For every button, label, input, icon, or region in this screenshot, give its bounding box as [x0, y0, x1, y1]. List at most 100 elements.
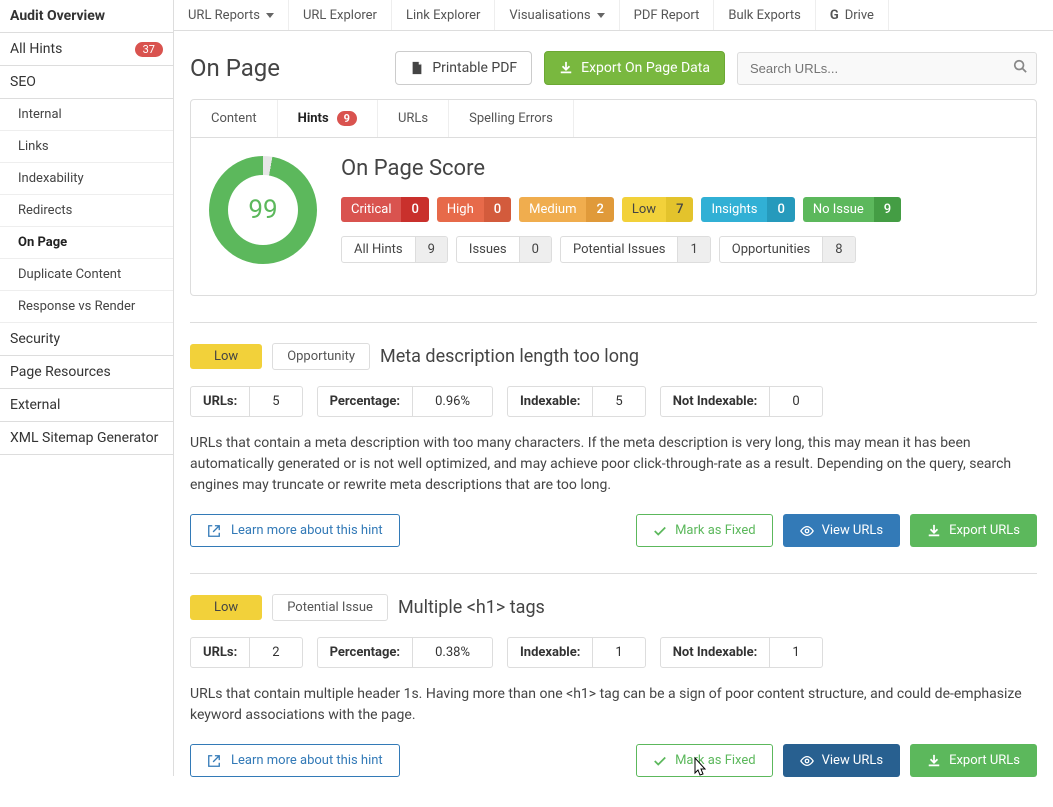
label: Medium — [519, 197, 586, 222]
sidebar-audit-overview[interactable]: Audit Overview — [0, 0, 173, 33]
topnav-visualisations[interactable]: Visualisations — [495, 0, 619, 30]
sidebar-item-duplicate-content[interactable]: Duplicate Content — [0, 259, 173, 291]
printable-pdf-button[interactable]: Printable PDF — [395, 51, 532, 85]
learn-more-button[interactable]: Learn more about this hint — [190, 744, 400, 777]
count: 0 — [401, 197, 428, 222]
score-card: 99 On Page Score Critical0High0Medium2Lo… — [190, 138, 1037, 296]
mark-as-fixed-button[interactable]: Mark as Fixed — [636, 514, 773, 547]
severity-critical[interactable]: Critical0 — [341, 197, 429, 222]
label: Audit Overview — [10, 8, 105, 24]
group-opportunities[interactable]: Opportunities8 — [719, 236, 856, 263]
label: No Issue — [803, 197, 874, 222]
sidebar-page-resources[interactable]: Page Resources — [0, 356, 173, 389]
check-icon — [653, 524, 667, 538]
group-row: All Hints9 Issues0 Potential Issues1 Opport… — [341, 236, 1018, 263]
sidebar-item-internal[interactable]: Internal — [0, 99, 173, 131]
tab-spelling-errors[interactable]: Spelling Errors — [449, 100, 574, 137]
count: 2 — [586, 197, 613, 222]
sidebar-item-redirects[interactable]: Redirects — [0, 195, 173, 227]
label: URLs — [398, 111, 428, 126]
label: XML Sitemap Generator — [10, 430, 158, 446]
count: 8 — [822, 237, 854, 262]
score-donut: 99 — [209, 156, 317, 264]
sidebar-xml-sitemap[interactable]: XML Sitemap Generator — [0, 422, 173, 455]
export-urls-button[interactable]: Export URLs — [910, 744, 1037, 777]
sidebar-security[interactable]: Security — [0, 323, 173, 356]
sidebar-item-on-page[interactable]: On Page — [0, 227, 173, 259]
hint-card: Low Opportunity Meta description length to… — [190, 322, 1037, 547]
label: Opportunities — [720, 237, 822, 262]
sidebar-item-indexability[interactable]: Indexability — [0, 163, 173, 195]
tab-urls[interactable]: URLs — [378, 100, 449, 137]
search-input[interactable] — [737, 52, 1037, 85]
stat-row: URLs:5Percentage:0.96%Indexable:5Not Ind… — [190, 386, 1037, 417]
hint-title: Meta description length too long — [380, 346, 639, 367]
file-icon — [410, 61, 424, 75]
label: High — [437, 197, 484, 222]
topnav-pdf-report[interactable]: PDF Report — [620, 0, 715, 30]
type-badge: Opportunity — [272, 343, 370, 370]
score-value: 99 — [248, 195, 277, 225]
label: External — [10, 397, 60, 413]
count: 7 — [666, 197, 693, 222]
severity-medium[interactable]: Medium2 — [519, 197, 614, 222]
group-issues[interactable]: Issues0 — [456, 236, 552, 263]
sidebar-all-hints[interactable]: All Hints 37 — [0, 33, 173, 66]
label: Potential Issues — [561, 237, 677, 262]
check-icon — [653, 754, 667, 768]
sidebar-external[interactable]: External — [0, 389, 173, 422]
severity-badge: Low — [190, 344, 262, 369]
sidebar-item-links[interactable]: Links — [0, 131, 173, 163]
sidebar-item-response-vs-render[interactable]: Response vs Render — [0, 291, 173, 323]
chevron-down-icon — [266, 13, 274, 18]
label: Issues — [457, 237, 519, 262]
topnav-url-explorer[interactable]: URL Explorer — [289, 0, 392, 30]
topnav-drive[interactable]: GDrive — [816, 0, 889, 30]
label: Spelling Errors — [469, 111, 553, 126]
topnav-link-explorer[interactable]: Link Explorer — [392, 0, 495, 30]
severity-insights[interactable]: Insights0 — [701, 197, 794, 222]
label: PDF Report — [634, 8, 700, 23]
label: SEO — [10, 74, 36, 90]
label: All Hints — [10, 41, 62, 57]
topnav-url-reports[interactable]: URL Reports — [174, 0, 289, 30]
group-potential-issues[interactable]: Potential Issues1 — [560, 236, 711, 263]
learn-more-button[interactable]: Learn more about this hint — [190, 514, 400, 547]
chevron-down-icon — [597, 13, 605, 18]
mark-as-fixed-button[interactable]: Mark as Fixed — [636, 744, 773, 777]
export-on-page-button[interactable]: Export On Page Data — [544, 51, 725, 85]
label: Content — [211, 111, 257, 126]
label: Mark as Fixed — [675, 523, 756, 538]
count: 0 — [484, 197, 511, 222]
label: Critical — [341, 197, 401, 222]
export-urls-button[interactable]: Export URLs — [910, 514, 1037, 547]
view-urls-button[interactable]: View URLs — [783, 744, 900, 777]
count: 0 — [519, 237, 551, 262]
severity-low[interactable]: Low7 — [622, 197, 694, 222]
hint-description: URLs that contain multiple header 1s. Ha… — [190, 684, 1037, 726]
group-all-hints[interactable]: All Hints9 — [341, 236, 448, 263]
stat-percentage: Percentage:0.96% — [317, 386, 493, 417]
badge-count: 9 — [337, 111, 357, 126]
external-link-icon — [207, 524, 221, 538]
severity-badge: Low — [190, 595, 262, 620]
count: 9 — [874, 197, 901, 222]
gdrive-icon: G — [830, 8, 839, 23]
eye-icon — [800, 754, 814, 768]
label: Printable PDF — [432, 60, 517, 76]
sidebar: Audit Overview All Hints 37 SEO Internal… — [0, 0, 174, 776]
severity-no-issue[interactable]: No Issue9 — [803, 197, 901, 222]
label: Visualisations — [509, 8, 590, 23]
label: Learn more about this hint — [231, 523, 383, 538]
search-icon[interactable] — [1013, 59, 1027, 77]
view-urls-button[interactable]: View URLs — [783, 514, 900, 547]
tab-content[interactable]: Content — [191, 100, 278, 137]
label: Page Resources — [10, 364, 111, 380]
search-wrap — [737, 52, 1037, 85]
label: Mark as Fixed — [675, 753, 756, 768]
sidebar-seo[interactable]: SEO — [0, 66, 173, 99]
severity-high[interactable]: High0 — [437, 197, 511, 222]
tab-hints[interactable]: Hints9 — [278, 100, 378, 137]
topnav-bulk-exports[interactable]: Bulk Exports — [714, 0, 815, 30]
hint-actions: Learn more about this hint Mark as Fixed V… — [190, 514, 1037, 547]
